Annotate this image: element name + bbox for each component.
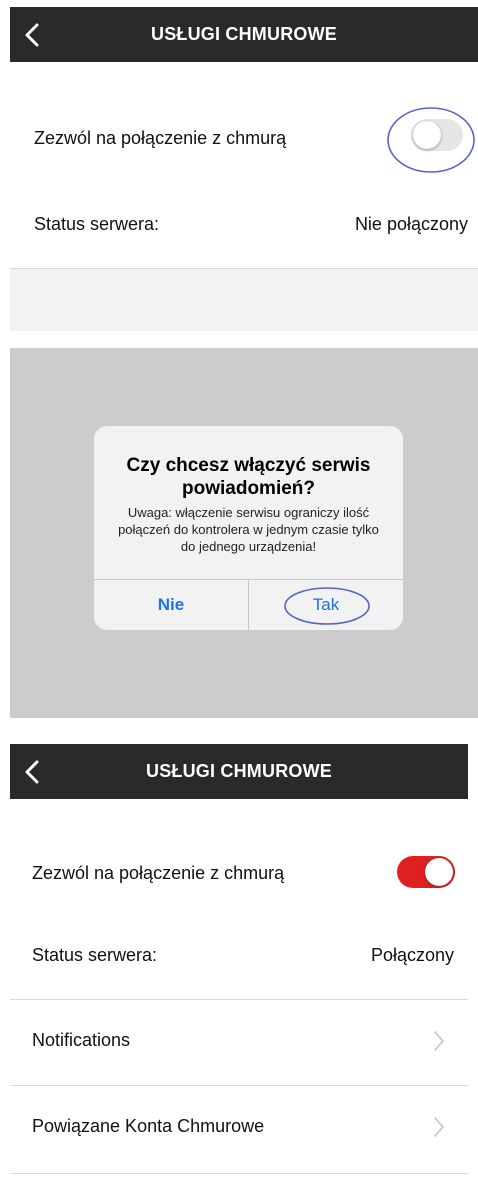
navbar-top: USŁUGI CHMUROWE	[10, 7, 478, 62]
section-spacer	[10, 269, 478, 331]
chevron-right-icon	[434, 1117, 444, 1137]
allow-cloud-label: Zezwól na połączenie z chmurą	[32, 863, 285, 883]
server-status-value: Nie połączony	[354, 214, 468, 234]
allow-cloud-label: Zezwól na połączenie z chmurą	[34, 128, 287, 148]
dialog-message: Uwaga: włączenie serwisu ograniczy ilość…	[118, 505, 379, 554]
page-title: USŁUGI CHMUROWE	[151, 24, 337, 44]
page-title: USŁUGI CHMUROWE	[146, 761, 332, 781]
server-status-label: Status serwera:	[32, 945, 158, 965]
highlight-circle-toggle	[387, 107, 475, 173]
linked-accounts-row[interactable]: Powiązane Konta Chmurowe	[10, 1086, 468, 1173]
dialog-title: Czy chcesz włączyć serwis powiadomień?	[126, 455, 371, 499]
server-status-value: Połączony	[370, 945, 454, 965]
server-status-label: Status serwera:	[34, 214, 160, 234]
toggle-knob	[425, 858, 453, 886]
highlight-circle-yes	[284, 587, 370, 625]
notifications-label: Notifications	[32, 1030, 131, 1050]
chevron-right-icon	[434, 1031, 444, 1051]
notifications-row[interactable]: Notifications	[10, 1000, 468, 1085]
dialog-no-button[interactable]: Nie	[94, 579, 248, 630]
linked-accounts-label: Powiązane Konta Chmurowe	[32, 1116, 265, 1136]
divider	[10, 1173, 468, 1174]
cloud-toggle-on[interactable]	[397, 856, 455, 888]
navbar-bottom: USŁUGI CHMUROWE	[10, 744, 468, 799]
